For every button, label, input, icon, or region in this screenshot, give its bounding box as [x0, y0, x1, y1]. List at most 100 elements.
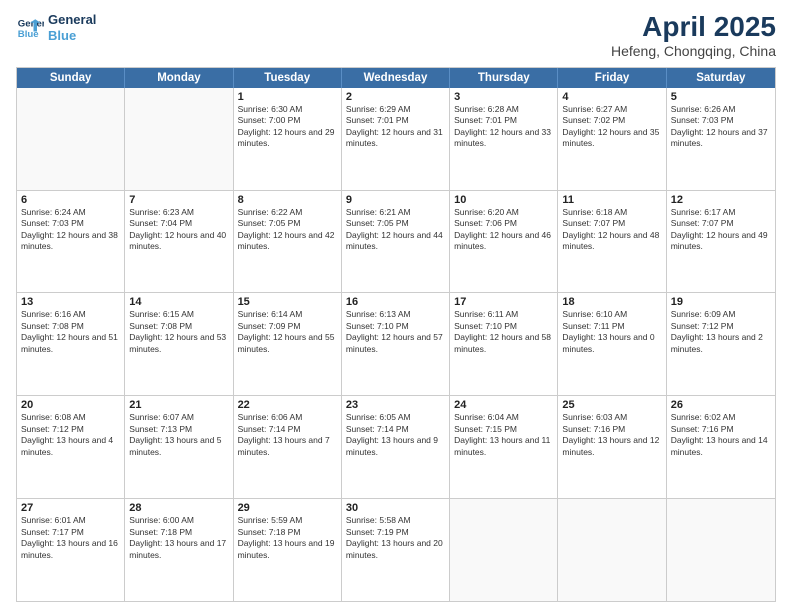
- day-details: Sunrise: 6:17 AMSunset: 7:07 PMDaylight:…: [671, 207, 771, 253]
- day-details: Sunrise: 5:59 AMSunset: 7:18 PMDaylight:…: [238, 515, 337, 561]
- calendar: SundayMondayTuesdayWednesdayThursdayFrid…: [16, 67, 776, 602]
- calendar-day-21: 21Sunrise: 6:07 AMSunset: 7:13 PMDayligh…: [125, 396, 233, 498]
- calendar-day-17: 17Sunrise: 6:11 AMSunset: 7:10 PMDayligh…: [450, 293, 558, 395]
- logo-text: General Blue: [48, 12, 96, 43]
- day-number: 13: [21, 296, 120, 308]
- day-details: Sunrise: 6:28 AMSunset: 7:01 PMDaylight:…: [454, 104, 553, 150]
- day-number: 24: [454, 399, 553, 411]
- day-details: Sunrise: 6:03 AMSunset: 7:16 PMDaylight:…: [562, 412, 661, 458]
- title-area: April 2025 Hefeng, Chongqing, China: [611, 12, 776, 59]
- calendar-day-30: 30Sunrise: 5:58 AMSunset: 7:19 PMDayligh…: [342, 499, 450, 601]
- day-number: 12: [671, 194, 771, 206]
- calendar-day-24: 24Sunrise: 6:04 AMSunset: 7:15 PMDayligh…: [450, 396, 558, 498]
- header-day-thursday: Thursday: [450, 68, 558, 88]
- calendar-day-26: 26Sunrise: 6:02 AMSunset: 7:16 PMDayligh…: [667, 396, 775, 498]
- day-details: Sunrise: 6:01 AMSunset: 7:17 PMDaylight:…: [21, 515, 120, 561]
- calendar-day-15: 15Sunrise: 6:14 AMSunset: 7:09 PMDayligh…: [234, 293, 342, 395]
- calendar-empty-cell: [558, 499, 666, 601]
- day-details: Sunrise: 6:06 AMSunset: 7:14 PMDaylight:…: [238, 412, 337, 458]
- day-number: 26: [671, 399, 771, 411]
- day-number: 21: [129, 399, 228, 411]
- calendar-row-1: 1Sunrise: 6:30 AMSunset: 7:00 PMDaylight…: [17, 88, 775, 190]
- location: Hefeng, Chongqing, China: [611, 43, 776, 59]
- calendar-day-7: 7Sunrise: 6:23 AMSunset: 7:04 PMDaylight…: [125, 191, 233, 293]
- calendar-day-23: 23Sunrise: 6:05 AMSunset: 7:14 PMDayligh…: [342, 396, 450, 498]
- calendar-day-5: 5Sunrise: 6:26 AMSunset: 7:03 PMDaylight…: [667, 88, 775, 190]
- page-header: General Blue General Blue April 2025 Hef…: [16, 12, 776, 59]
- day-details: Sunrise: 6:13 AMSunset: 7:10 PMDaylight:…: [346, 309, 445, 355]
- day-details: Sunrise: 6:07 AMSunset: 7:13 PMDaylight:…: [129, 412, 228, 458]
- day-details: Sunrise: 6:29 AMSunset: 7:01 PMDaylight:…: [346, 104, 445, 150]
- day-number: 14: [129, 296, 228, 308]
- day-details: Sunrise: 6:26 AMSunset: 7:03 PMDaylight:…: [671, 104, 771, 150]
- calendar-empty-cell: [450, 499, 558, 601]
- day-number: 27: [21, 502, 120, 514]
- day-number: 22: [238, 399, 337, 411]
- logo: General Blue General Blue: [16, 12, 96, 43]
- calendar-body: 1Sunrise: 6:30 AMSunset: 7:00 PMDaylight…: [17, 88, 775, 601]
- day-number: 28: [129, 502, 228, 514]
- calendar-row-5: 27Sunrise: 6:01 AMSunset: 7:17 PMDayligh…: [17, 498, 775, 601]
- day-details: Sunrise: 6:04 AMSunset: 7:15 PMDaylight:…: [454, 412, 553, 458]
- day-number: 9: [346, 194, 445, 206]
- month-title: April 2025: [611, 12, 776, 43]
- day-details: Sunrise: 6:30 AMSunset: 7:00 PMDaylight:…: [238, 104, 337, 150]
- day-number: 8: [238, 194, 337, 206]
- day-details: Sunrise: 6:15 AMSunset: 7:08 PMDaylight:…: [129, 309, 228, 355]
- calendar-day-11: 11Sunrise: 6:18 AMSunset: 7:07 PMDayligh…: [558, 191, 666, 293]
- logo-icon: General Blue: [16, 14, 44, 42]
- day-details: Sunrise: 6:20 AMSunset: 7:06 PMDaylight:…: [454, 207, 553, 253]
- calendar-day-16: 16Sunrise: 6:13 AMSunset: 7:10 PMDayligh…: [342, 293, 450, 395]
- calendar-day-6: 6Sunrise: 6:24 AMSunset: 7:03 PMDaylight…: [17, 191, 125, 293]
- day-details: Sunrise: 6:27 AMSunset: 7:02 PMDaylight:…: [562, 104, 661, 150]
- day-number: 7: [129, 194, 228, 206]
- calendar-row-3: 13Sunrise: 6:16 AMSunset: 7:08 PMDayligh…: [17, 292, 775, 395]
- day-details: Sunrise: 6:08 AMSunset: 7:12 PMDaylight:…: [21, 412, 120, 458]
- calendar-day-1: 1Sunrise: 6:30 AMSunset: 7:00 PMDaylight…: [234, 88, 342, 190]
- calendar-day-29: 29Sunrise: 5:59 AMSunset: 7:18 PMDayligh…: [234, 499, 342, 601]
- day-number: 3: [454, 91, 553, 103]
- calendar-header: SundayMondayTuesdayWednesdayThursdayFrid…: [17, 68, 775, 88]
- calendar-empty-cell: [17, 88, 125, 190]
- calendar-empty-cell: [667, 499, 775, 601]
- day-details: Sunrise: 6:16 AMSunset: 7:08 PMDaylight:…: [21, 309, 120, 355]
- header-day-monday: Monday: [125, 68, 233, 88]
- day-number: 16: [346, 296, 445, 308]
- day-number: 29: [238, 502, 337, 514]
- calendar-day-22: 22Sunrise: 6:06 AMSunset: 7:14 PMDayligh…: [234, 396, 342, 498]
- day-details: Sunrise: 6:21 AMSunset: 7:05 PMDaylight:…: [346, 207, 445, 253]
- day-number: 10: [454, 194, 553, 206]
- day-details: Sunrise: 6:05 AMSunset: 7:14 PMDaylight:…: [346, 412, 445, 458]
- day-number: 4: [562, 91, 661, 103]
- svg-text:General: General: [18, 18, 44, 29]
- day-details: Sunrise: 5:58 AMSunset: 7:19 PMDaylight:…: [346, 515, 445, 561]
- calendar-day-28: 28Sunrise: 6:00 AMSunset: 7:18 PMDayligh…: [125, 499, 233, 601]
- day-number: 11: [562, 194, 661, 206]
- header-day-wednesday: Wednesday: [342, 68, 450, 88]
- day-number: 30: [346, 502, 445, 514]
- calendar-day-27: 27Sunrise: 6:01 AMSunset: 7:17 PMDayligh…: [17, 499, 125, 601]
- day-number: 17: [454, 296, 553, 308]
- day-details: Sunrise: 6:02 AMSunset: 7:16 PMDaylight:…: [671, 412, 771, 458]
- calendar-day-2: 2Sunrise: 6:29 AMSunset: 7:01 PMDaylight…: [342, 88, 450, 190]
- day-number: 19: [671, 296, 771, 308]
- calendar-day-3: 3Sunrise: 6:28 AMSunset: 7:01 PMDaylight…: [450, 88, 558, 190]
- calendar-row-2: 6Sunrise: 6:24 AMSunset: 7:03 PMDaylight…: [17, 190, 775, 293]
- header-day-friday: Friday: [558, 68, 666, 88]
- day-number: 25: [562, 399, 661, 411]
- day-details: Sunrise: 6:18 AMSunset: 7:07 PMDaylight:…: [562, 207, 661, 253]
- calendar-day-20: 20Sunrise: 6:08 AMSunset: 7:12 PMDayligh…: [17, 396, 125, 498]
- header-day-tuesday: Tuesday: [234, 68, 342, 88]
- day-details: Sunrise: 6:22 AMSunset: 7:05 PMDaylight:…: [238, 207, 337, 253]
- day-details: Sunrise: 6:10 AMSunset: 7:11 PMDaylight:…: [562, 309, 661, 355]
- day-details: Sunrise: 6:24 AMSunset: 7:03 PMDaylight:…: [21, 207, 120, 253]
- day-number: 5: [671, 91, 771, 103]
- calendar-day-14: 14Sunrise: 6:15 AMSunset: 7:08 PMDayligh…: [125, 293, 233, 395]
- calendar-day-10: 10Sunrise: 6:20 AMSunset: 7:06 PMDayligh…: [450, 191, 558, 293]
- calendar-day-9: 9Sunrise: 6:21 AMSunset: 7:05 PMDaylight…: [342, 191, 450, 293]
- day-details: Sunrise: 6:00 AMSunset: 7:18 PMDaylight:…: [129, 515, 228, 561]
- header-day-sunday: Sunday: [17, 68, 125, 88]
- calendar-day-18: 18Sunrise: 6:10 AMSunset: 7:11 PMDayligh…: [558, 293, 666, 395]
- calendar-day-25: 25Sunrise: 6:03 AMSunset: 7:16 PMDayligh…: [558, 396, 666, 498]
- calendar-day-19: 19Sunrise: 6:09 AMSunset: 7:12 PMDayligh…: [667, 293, 775, 395]
